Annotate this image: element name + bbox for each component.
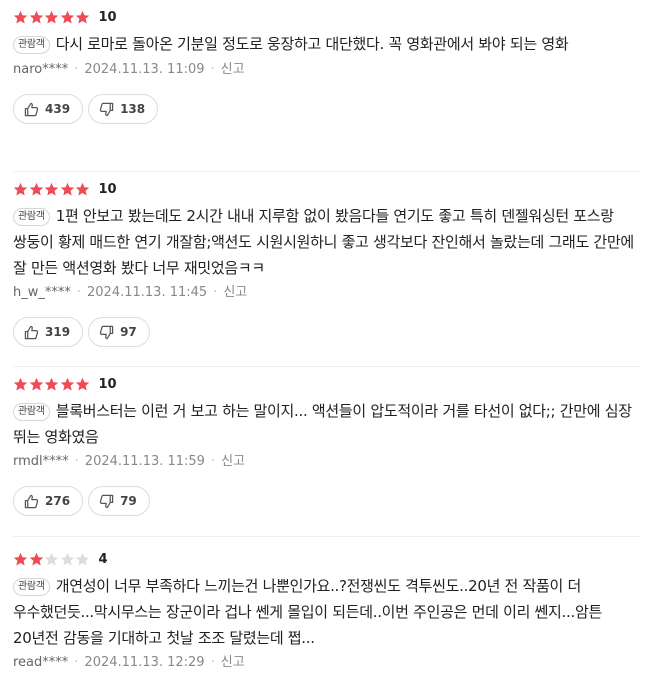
review-text: 관람객 1편 안보고 봤는데도 2시간 내내 지루함 없이 봤음다들 연기도 좋고… — [13, 203, 635, 281]
like-count: 319 — [45, 325, 71, 339]
review-content: 개연성이 너무 부족하다 느끼는건 나뿐인가요..?전쟁씬도 격투씬도..20년… — [13, 577, 602, 647]
review-item: 10 관람객 다시 로마로 돌아온 기분일 정도로 웅장하고 대단했다. 꼭 영화… — [0, 0, 648, 172]
star-icon — [13, 552, 28, 567]
reaction-buttons: 439 138 — [13, 94, 635, 124]
thumbs-up-icon — [24, 325, 39, 340]
dislike-count: 138 — [120, 102, 146, 116]
thumbs-down-icon — [99, 102, 114, 117]
meta-separator: · — [210, 655, 215, 670]
rating-row: 10 — [13, 7, 635, 27]
review-content: 다시 로마로 돌아온 기분일 정도로 웅장하고 대단했다. 꼭 영화관에서 봐야… — [55, 35, 569, 53]
review-text: 관람객 개연성이 너무 부족하다 느끼는건 나뿐인가요..?전쟁씬도 격투씬도..… — [13, 573, 635, 651]
star-icon — [29, 10, 44, 25]
reaction-buttons: 276 79 — [13, 486, 635, 516]
review-text: 관람객 다시 로마로 돌아온 기분일 정도로 웅장하고 대단했다. 꼭 영화관에서… — [13, 31, 635, 57]
like-button[interactable]: 276 — [13, 486, 84, 516]
review-text: 관람객 블록버스터는 이런 거 보고 하는 말이지... 액션들이 압도적이라 거… — [13, 398, 635, 450]
star-icon — [75, 377, 90, 392]
star-icon — [75, 182, 90, 197]
star-icon — [29, 552, 44, 567]
review-meta: rmdl**** · 2024.11.13. 11:59 · 신고 — [13, 452, 635, 472]
review-meta: naro**** · 2024.11.13. 11:09 · 신고 — [13, 60, 635, 80]
viewer-badge: 관람객 — [13, 578, 50, 596]
viewer-badge: 관람객 — [13, 36, 50, 54]
review-list: 10 관람객 다시 로마로 돌아온 기분일 정도로 웅장하고 대단했다. 꼭 영화… — [0, 0, 648, 670]
star-icon — [13, 377, 28, 392]
meta-separator: · — [210, 62, 215, 77]
star-icon — [60, 10, 75, 25]
star-icon — [60, 377, 75, 392]
viewer-badge: 관람객 — [13, 403, 50, 421]
like-count: 439 — [45, 102, 71, 116]
report-link[interactable]: 신고 — [223, 285, 247, 300]
star-icon — [29, 377, 44, 392]
like-button[interactable]: 439 — [13, 94, 84, 124]
rating-score: 10 — [98, 9, 117, 25]
star-icon — [60, 552, 75, 567]
star-rating — [13, 552, 91, 567]
dislike-button[interactable]: 97 — [88, 317, 150, 347]
star-icon — [44, 552, 59, 567]
rating-row: 4 — [13, 549, 635, 569]
review-item: 4 관람객 개연성이 너무 부족하다 느끼는건 나뿐인가요..?전쟁씬도 격투씬도… — [0, 537, 648, 670]
meta-separator: · — [210, 454, 216, 469]
star-icon — [60, 182, 75, 197]
dislike-count: 97 — [120, 325, 137, 339]
like-count: 276 — [45, 494, 71, 508]
user-id: read**** — [13, 655, 69, 670]
report-link[interactable]: 신고 — [221, 454, 245, 469]
star-icon — [75, 10, 90, 25]
report-link[interactable]: 신고 — [221, 655, 245, 670]
meta-separator: · — [74, 62, 79, 77]
dislike-button[interactable]: 138 — [88, 94, 159, 124]
like-button[interactable]: 319 — [13, 317, 84, 347]
meta-separator: · — [74, 454, 79, 469]
meta-separator: · — [74, 655, 79, 670]
user-id: rmdl**** — [13, 454, 69, 469]
user-id: naro**** — [13, 62, 69, 77]
thumbs-down-icon — [99, 325, 114, 340]
thumbs-up-icon — [24, 102, 39, 117]
star-icon — [13, 182, 28, 197]
rating-row: 10 — [13, 374, 635, 394]
review-item: 10 관람객 1편 안보고 봤는데도 2시간 내내 지루함 없이 봤음다들 연기도… — [0, 172, 648, 367]
dislike-button[interactable]: 79 — [88, 486, 150, 516]
review-content: 1편 안보고 봤는데도 2시간 내내 지루함 없이 봤음다들 연기도 좋고 특히… — [13, 207, 634, 277]
rating-score: 10 — [98, 376, 117, 392]
rating-row: 10 — [13, 179, 635, 199]
review-item: 10 관람객 블록버스터는 이런 거 보고 하는 말이지... 액션들이 압도적이… — [0, 367, 648, 537]
reaction-buttons: 319 97 — [13, 317, 635, 347]
star-icon — [44, 10, 59, 25]
review-date: 2024.11.13. 11:09 — [84, 62, 205, 77]
star-rating — [13, 377, 91, 392]
review-meta: h_w_**** · 2024.11.13. 11:45 · 신고 — [13, 283, 635, 303]
star-rating — [13, 10, 91, 25]
meta-separator: · — [213, 285, 218, 300]
star-icon — [29, 182, 44, 197]
user-id: h_w_**** — [13, 285, 71, 300]
review-meta: read**** · 2024.11.13. 12:29 · 신고 — [13, 653, 635, 673]
star-icon — [44, 182, 59, 197]
report-link[interactable]: 신고 — [221, 62, 245, 77]
rating-score: 4 — [98, 551, 108, 567]
star-icon — [44, 377, 59, 392]
star-rating — [13, 182, 91, 197]
thumbs-up-icon — [24, 494, 39, 509]
meta-separator: · — [76, 285, 82, 300]
rating-score: 10 — [98, 181, 117, 197]
review-content: 블록버스터는 이런 거 보고 하는 말이지... 액션들이 압도적이라 거를 타… — [13, 402, 632, 446]
review-date: 2024.11.13. 11:59 — [84, 454, 205, 469]
star-icon — [13, 10, 28, 25]
dislike-count: 79 — [120, 494, 137, 508]
review-date: 2024.11.13. 11:45 — [87, 285, 208, 300]
thumbs-down-icon — [99, 494, 114, 509]
star-icon — [75, 552, 90, 567]
review-date: 2024.11.13. 12:29 — [84, 655, 205, 670]
viewer-badge: 관람객 — [13, 208, 50, 226]
